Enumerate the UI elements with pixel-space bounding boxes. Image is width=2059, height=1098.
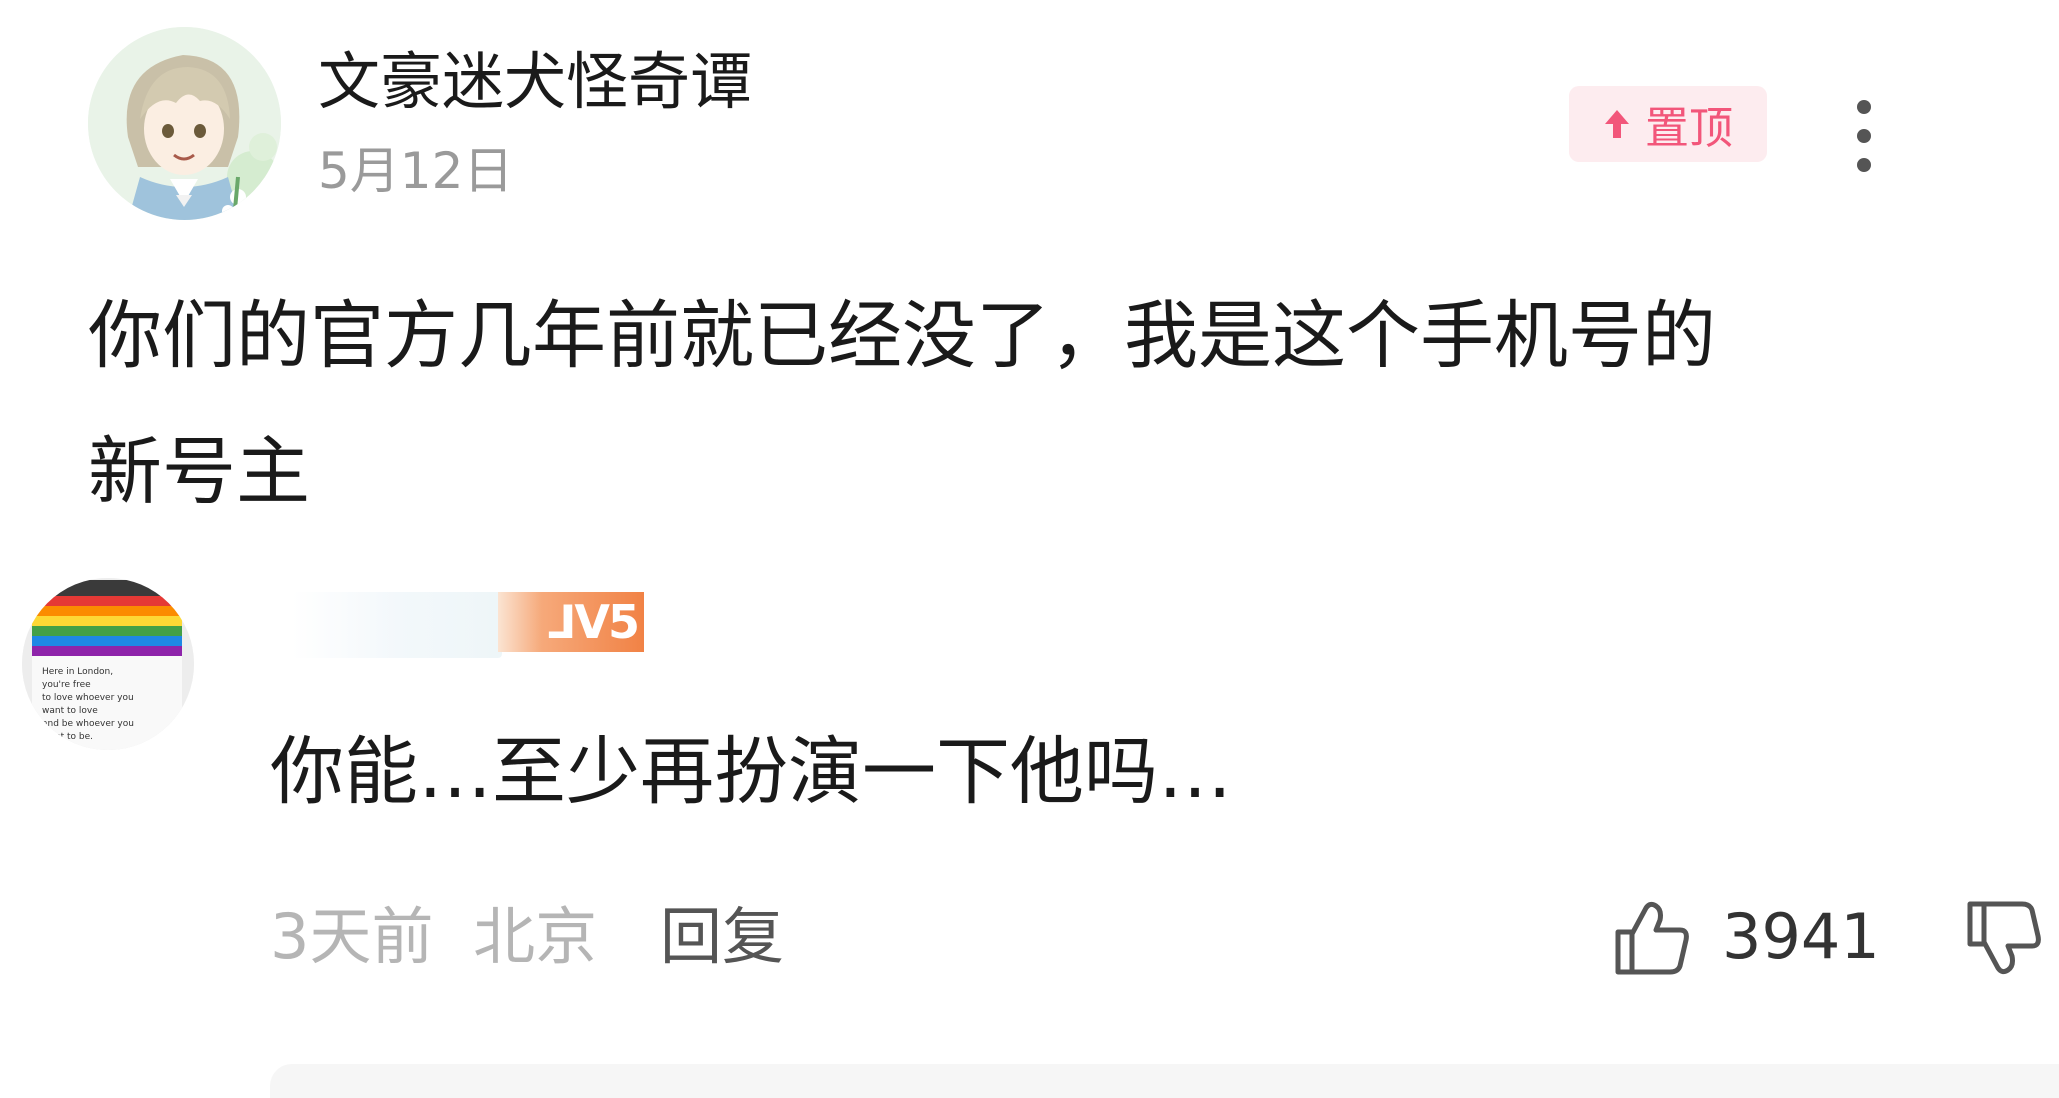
reply-button[interactable]: 回复: [660, 895, 784, 979]
reply-meta: 3天前 北京: [270, 895, 597, 979]
reply-author-name-redacted[interactable]: [292, 592, 502, 658]
post-date: 5月12日: [318, 142, 514, 200]
comment-screen: 文豪迷犬怪奇谭 5月12日 置顶 你们的官方几年前就已经没了，我是这个手机号的 …: [0, 0, 2059, 1098]
sub-replies-container[interactable]: [270, 1064, 2059, 1098]
thumb-up-icon[interactable]: [1612, 898, 1692, 978]
more-vertical-icon[interactable]: [1840, 98, 1888, 174]
reply-location: 北京: [473, 900, 598, 973]
thumb-down-icon[interactable]: [1964, 898, 2044, 978]
avatar-illustration: [88, 27, 281, 220]
post-author-name[interactable]: 文豪迷犬怪奇谭: [318, 44, 752, 120]
like-count: 3941: [1722, 900, 1880, 973]
post-body-text: 你们的官方几年前就已经没了，我是这个手机号的 新号主: [88, 293, 1716, 515]
pinned-badge: 置顶: [1569, 86, 1767, 162]
arrow-up-icon: [1605, 110, 1629, 138]
post-author-avatar[interactable]: [88, 27, 281, 220]
reply-body-text: 你能…至少再扮演一下他吗…: [270, 729, 1232, 815]
level-badge: ᒧV5: [498, 592, 644, 652]
reply-author-avatar[interactable]: Here in London, you're free to love whoe…: [22, 578, 194, 750]
pinned-label: 置顶: [1645, 103, 1733, 154]
avatar-photo: Here in London, you're free to love whoe…: [22, 578, 194, 750]
reply-time: 3天前: [270, 900, 434, 973]
